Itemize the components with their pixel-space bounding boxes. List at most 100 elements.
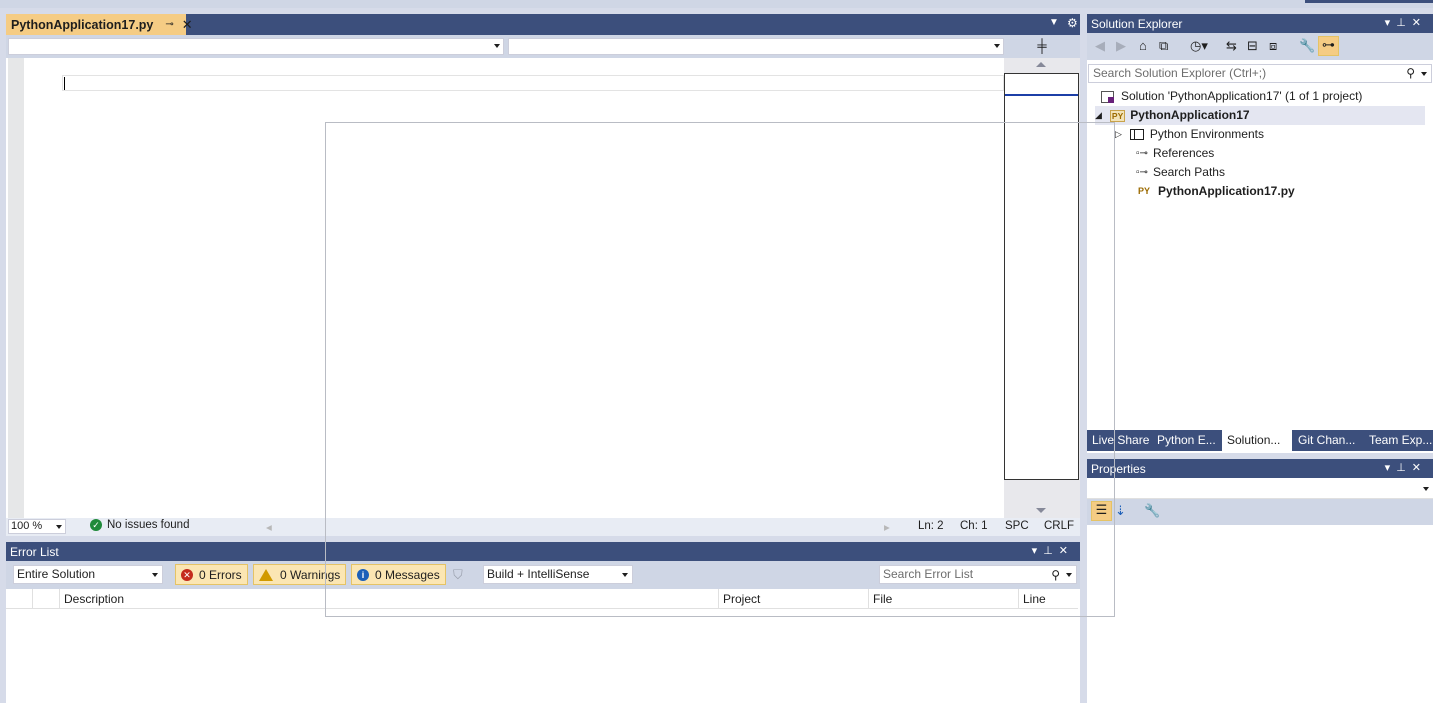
gear-icon[interactable]: ⚙ — [1067, 16, 1078, 30]
check-circle-icon: ✓ — [90, 519, 102, 531]
search-paths-icon: ▫⊸ — [1136, 167, 1148, 178]
hscroll-left-icon[interactable]: ◂ — [266, 520, 272, 534]
search-icon[interactable]: ⚲ — [1051, 567, 1060, 584]
tree-item-solution[interactable]: Solution 'PythonApplication17' (1 of 1 p… — [1101, 87, 1362, 106]
split-window-icon[interactable]: ╪ — [1032, 38, 1052, 55]
tab-dropdown-icon[interactable]: ▼ — [1049, 17, 1059, 28]
line-indicator[interactable]: Ln: 2 — [918, 520, 944, 532]
top-bar-button[interactable] — [1305, 0, 1433, 3]
search-error-list-input[interactable]: Search Error List ⚲ — [879, 565, 1077, 584]
properties-object-dropdown[interactable] — [1087, 478, 1433, 499]
errors-toggle-button[interactable]: ✕ 0 Errors — [175, 564, 248, 585]
search-icon[interactable]: ⚲ — [1406, 65, 1415, 82]
error-list-panel: Error List ▾⊥✕ Entire Solution ✕ 0 Errors… — [6, 542, 1080, 703]
collapse-triangle-icon[interactable]: ◢ — [1095, 106, 1102, 125]
scrollbar-map[interactable] — [1004, 73, 1079, 480]
messages-toggle-button[interactable]: i0 Messages — [351, 564, 446, 585]
tab-git-changes[interactable]: Git Chan... — [1293, 430, 1363, 451]
zoom-dropdown[interactable]: 100 % — [8, 519, 66, 534]
panel-controls[interactable]: ▾⊥✕ — [1385, 461, 1427, 474]
editor-gutter — [8, 58, 24, 518]
hscroll-right-icon[interactable]: ▸ — [884, 520, 890, 534]
solution-explorer-title: Solution Explorer — [1091, 16, 1183, 31]
alphabetical-icon[interactable]: ⇣ — [1115, 503, 1126, 519]
scrollbar-viewport-indicator — [1005, 94, 1078, 96]
scroll-up-icon[interactable] — [1036, 62, 1046, 67]
show-all-files-icon[interactable]: ⧈ — [1269, 38, 1277, 54]
tree-item-search-paths[interactable]: ▫⊸ Search Paths — [1136, 163, 1225, 182]
properties-title: Properties — [1091, 461, 1146, 476]
issues-indicator[interactable]: ✓ No issues found — [90, 519, 189, 531]
error-list-toolbar: Entire Solution ✕ 0 Errors 0 Warnings i0 … — [6, 561, 1080, 589]
environments-icon — [1129, 129, 1144, 140]
scroll-down-icon[interactable] — [1036, 508, 1046, 513]
error-list-title: Error List — [10, 544, 59, 559]
wrench-icon[interactable]: 🔧 — [1299, 38, 1315, 54]
build-filter-dropdown[interactable]: Build + IntelliSense — [483, 565, 633, 584]
document-tab-label: PythonApplication17.py — [11, 17, 154, 32]
column-header-file[interactable]: File — [868, 589, 1018, 609]
tab-python-environments[interactable]: Python E... — [1152, 430, 1222, 451]
back-icon[interactable]: ◀ — [1095, 38, 1105, 54]
expand-triangle-icon[interactable]: ▷ — [1115, 125, 1122, 144]
vertical-scrollbar[interactable] — [1004, 58, 1080, 518]
column-header-line[interactable]: Line — [1018, 589, 1078, 609]
tree-item-python-environments[interactable]: ▷ Python Environments — [1115, 125, 1264, 144]
tree-item-project[interactable]: ◢ PY PythonApplication17 — [1095, 106, 1425, 125]
tab-team-explorer[interactable]: Team Exp... — [1364, 430, 1433, 451]
whitespace-indicator[interactable]: SPC — [1005, 520, 1029, 532]
warnings-toggle-button[interactable]: 0 Warnings — [253, 564, 347, 585]
column-indicator[interactable]: Ch: 1 — [960, 520, 988, 532]
preview-selected-icon[interactable]: ⊶ — [1318, 36, 1339, 56]
filter-icon[interactable]: ⛉ — [453, 567, 463, 583]
forward-icon[interactable]: ▶ — [1116, 38, 1126, 54]
solution-explorer-tabs: Live Share Python E... Solution... Git C… — [1087, 430, 1433, 451]
members-dropdown[interactable] — [508, 38, 1004, 55]
panel-controls[interactable]: ▾⊥✕ — [1385, 16, 1427, 29]
issues-label: No issues found — [107, 519, 190, 531]
home-icon[interactable]: ⌂ — [1139, 38, 1147, 53]
code-editor: PythonApplication17.py ⊸ ✕ ▼ ⚙ ╪ 100 % ✓… — [6, 14, 1080, 536]
python-project-icon: PY — [1109, 109, 1126, 122]
column-header-project[interactable]: Project — [718, 589, 868, 609]
properties-toolbar: ☰ ⇣ 🔧 — [1087, 499, 1433, 525]
editor-status-bar: 100 % ✓ No issues found ◂ ▸ Ln: 2 Ch: 1 … — [6, 518, 1080, 536]
top-bar — [0, 0, 1433, 8]
project-dropdown[interactable] — [8, 38, 504, 55]
properties-panel: Properties ▾⊥✕ ☰ ⇣ 🔧 — [1087, 459, 1433, 703]
solution-explorer-title-bar: Solution Explorer ▾⊥✕ — [1087, 14, 1433, 33]
column-header-description[interactable]: Description — [59, 589, 719, 609]
categorized-icon[interactable]: ☰ — [1091, 501, 1112, 521]
column-header-icon[interactable] — [32, 589, 60, 609]
warning-icon — [259, 568, 273, 581]
solution-explorer-toolbar: ◀ ▶ ⌂ ⧉ ◷▾ ⇆ ⊟ ⧈ 🔧 ⊶ — [1087, 33, 1433, 60]
error-list-column-headers: Description Project File Line — [6, 589, 1078, 609]
document-tabstrip: PythonApplication17.py ⊸ ✕ ▼ ⚙ — [6, 14, 1080, 35]
line-ending-indicator[interactable]: CRLF — [1044, 520, 1074, 532]
solution-search-input[interactable]: Search Solution Explorer (Ctrl+;) ⚲ — [1088, 64, 1432, 83]
info-icon: i — [357, 568, 369, 581]
sync-icon[interactable]: ⇆ — [1226, 38, 1237, 54]
tree-item-references[interactable]: ▫⊸ References — [1136, 144, 1214, 163]
tree-item-python-file[interactable]: PY PythonApplication17.py — [1138, 182, 1295, 201]
solution-icon — [1101, 90, 1114, 103]
solution-explorer-panel: Solution Explorer ▾⊥✕ ◀ ▶ ⌂ ⧉ ◷▾ ⇆ ⊟ ⧈ 🔧… — [1087, 14, 1433, 453]
tab-live-share[interactable]: Live Share — [1087, 430, 1152, 451]
property-pages-icon[interactable]: 🔧 — [1144, 503, 1160, 519]
scope-dropdown[interactable]: Entire Solution — [13, 565, 163, 584]
panel-controls[interactable]: ▾⊥✕ — [1032, 544, 1074, 557]
tab-solution-explorer[interactable]: Solution... — [1222, 430, 1292, 451]
code-text-area[interactable] — [24, 58, 1004, 518]
references-icon: ▫⊸ — [1136, 148, 1148, 159]
document-tab[interactable]: PythonApplication17.py ⊸ ✕ — [6, 14, 193, 35]
navigation-bar: ╪ — [6, 35, 1080, 58]
pin-icon[interactable]: ⊸ — [165, 19, 173, 30]
history-icon[interactable]: ◷▾ — [1190, 38, 1208, 54]
close-icon[interactable]: ✕ — [182, 17, 193, 33]
properties-title-bar: Properties ▾⊥✕ — [1087, 459, 1433, 478]
switch-views-icon[interactable]: ⧉ — [1159, 38, 1168, 54]
current-line-highlight — [62, 75, 1004, 91]
collapse-all-icon[interactable]: ⊟ — [1247, 38, 1258, 54]
error-icon: ✕ — [181, 568, 193, 581]
python-file-icon: PY — [1138, 186, 1151, 196]
